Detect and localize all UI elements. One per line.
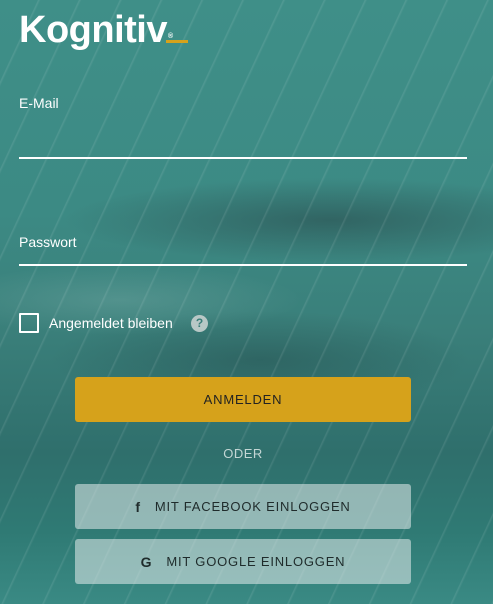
google-icon: G <box>140 553 153 570</box>
facebook-login-label: MIT FACEBOOK EINLOGGEN <box>154 499 351 514</box>
remember-me-label[interactable]: Angemeldet bleiben <box>49 315 173 331</box>
login-button-label: ANMELDEN <box>203 392 283 407</box>
brand-name: Kognitiv <box>19 9 167 51</box>
facebook-icon: f <box>135 498 141 515</box>
email-field[interactable] <box>19 128 467 154</box>
google-login-label: MIT GOOGLE EINLOGGEN <box>166 554 346 569</box>
brand-logo: Kognitiv® <box>19 10 173 50</box>
help-icon[interactable]: ? <box>191 315 208 332</box>
email-field-underline <box>19 157 467 159</box>
logo-underscore-accent <box>166 40 188 43</box>
password-field-underline <box>19 264 467 266</box>
registered-mark: ® <box>167 33 173 40</box>
google-login-button[interactable]: G MIT GOOGLE EINLOGGEN <box>75 539 411 584</box>
password-field[interactable] <box>19 237 467 263</box>
remember-me-checkbox[interactable] <box>19 313 39 333</box>
email-label: E-Mail <box>19 95 59 111</box>
or-divider-text: ODER <box>223 446 263 461</box>
login-button[interactable]: ANMELDEN <box>75 377 411 422</box>
facebook-login-button[interactable]: f MIT FACEBOOK EINLOGGEN <box>75 484 411 529</box>
